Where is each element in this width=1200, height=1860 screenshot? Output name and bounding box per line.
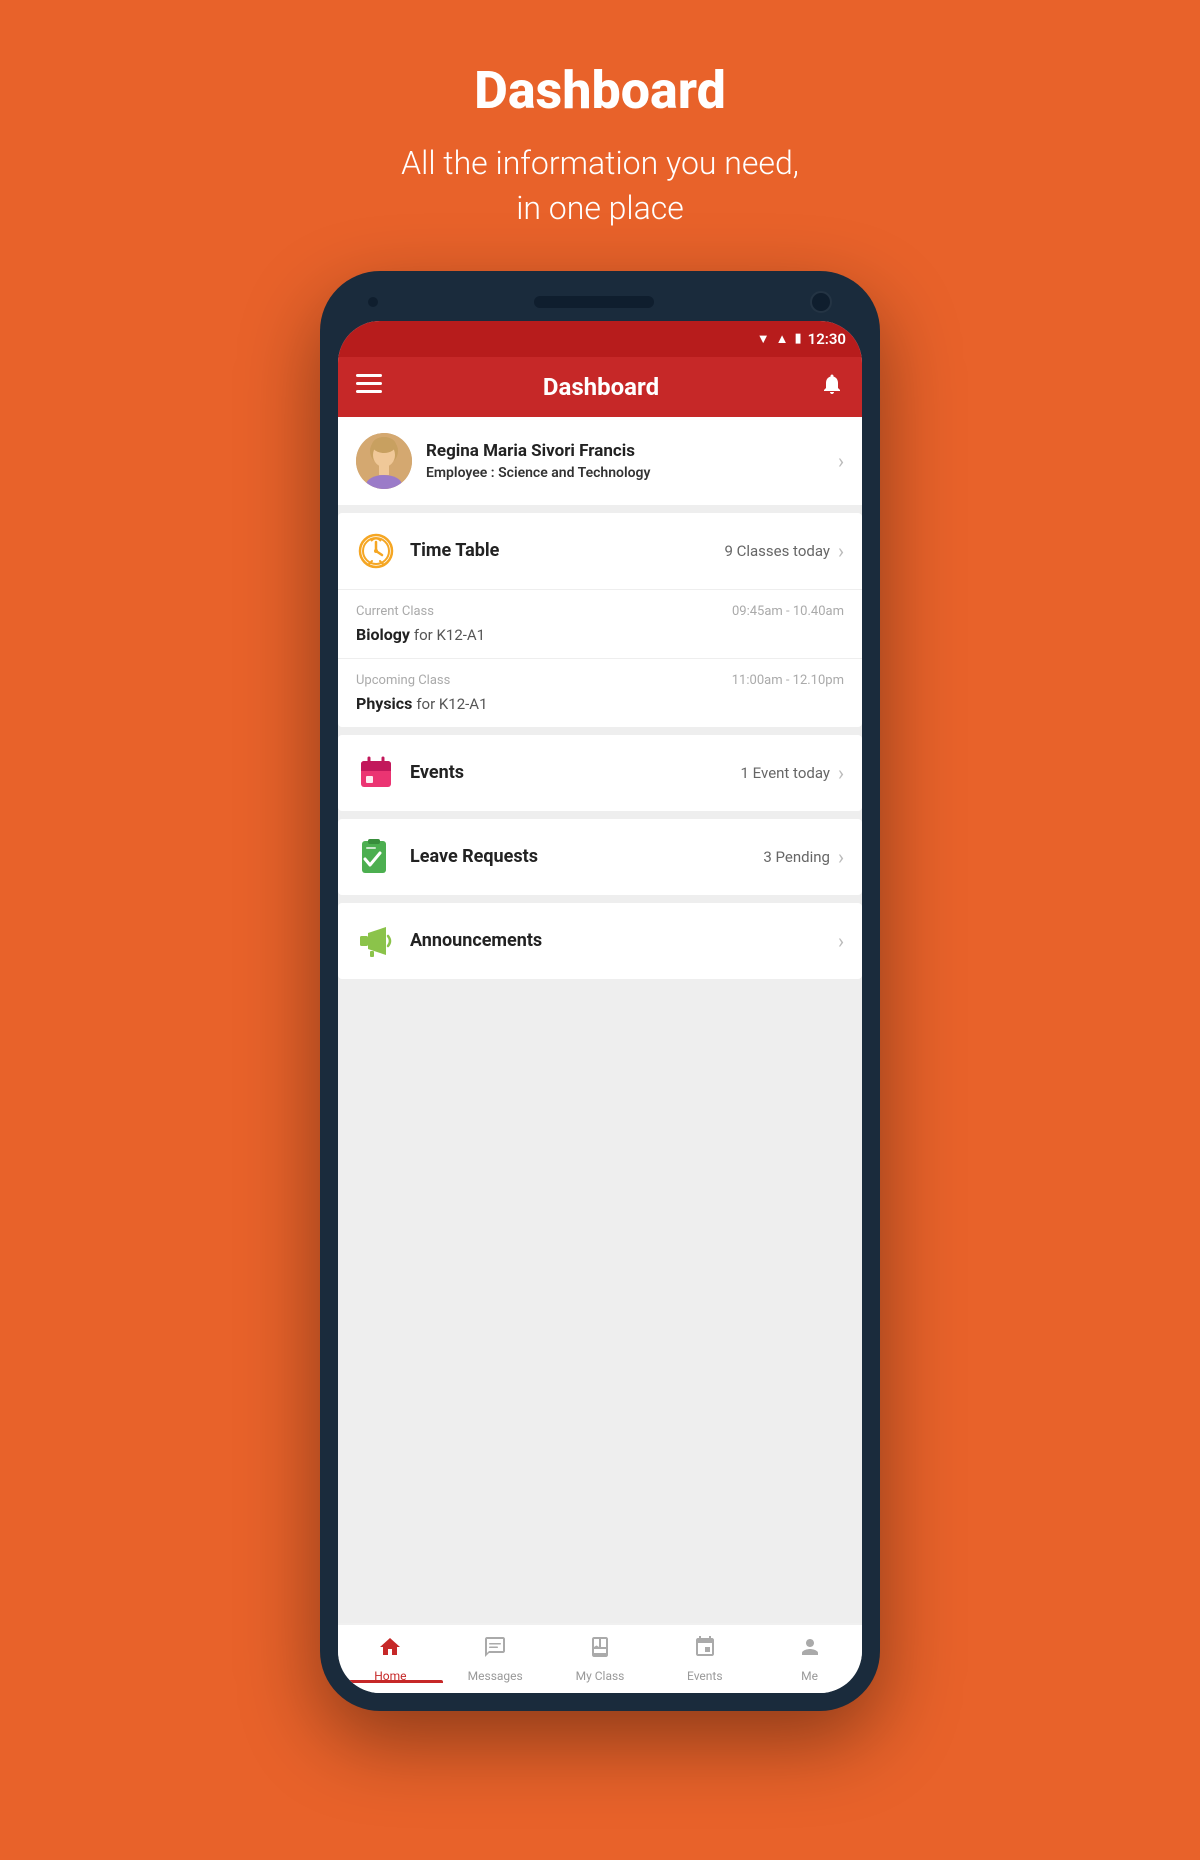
leave-requests-card-header[interactable]: Leave Requests 3 Pending ›: [338, 819, 862, 895]
leave-requests-card: Leave Requests 3 Pending ›: [338, 819, 862, 895]
status-icons: ▼ ▲ ▮ 12:30: [757, 330, 846, 348]
current-class-type: Current Class: [356, 604, 434, 619]
upcoming-class-for: for K12-A1: [416, 695, 487, 713]
nav-me[interactable]: Me: [757, 1635, 862, 1683]
nav-active-indicator: [338, 1680, 443, 1683]
announcements-chevron-icon: ›: [838, 929, 844, 953]
announcements-title: Announcements: [410, 930, 838, 951]
wifi-icon: ▼: [757, 331, 770, 347]
leave-icon: [356, 837, 396, 877]
leave-requests-title: Leave Requests: [410, 846, 763, 867]
battery-icon: ▮: [794, 331, 801, 346]
nav-myclass-label: My Class: [576, 1669, 625, 1683]
upcoming-class-type: Upcoming Class: [356, 673, 450, 688]
events-card: Events 1 Event today ›: [338, 735, 862, 811]
home-icon: [378, 1635, 402, 1665]
upcoming-class-time: 11:00am - 12.10pm: [732, 673, 844, 688]
messages-icon: [483, 1635, 507, 1665]
current-class-entry: Current Class 09:45am - 10.40am Biology …: [338, 589, 862, 658]
status-time: 12:30: [808, 330, 846, 348]
nav-home[interactable]: Home: [338, 1635, 443, 1683]
app-bar-title: Dashboard: [543, 373, 659, 401]
clock-icon: [356, 531, 396, 571]
nav-messages[interactable]: Messages: [443, 1635, 548, 1683]
page-subtitle: All the information you need, in one pla…: [401, 141, 799, 231]
current-class-for: for K12-A1: [414, 626, 485, 644]
leave-requests-subtitle: 3 Pending: [763, 848, 830, 866]
nav-me-label: Me: [801, 1669, 818, 1683]
timetable-card: Time Table 9 Classes today › Current Cla…: [338, 513, 862, 727]
status-bar: ▼ ▲ ▮ 12:30: [338, 321, 862, 357]
phone-dot-left: [368, 297, 378, 307]
leave-requests-chevron-icon: ›: [838, 845, 844, 869]
me-icon: [798, 1635, 822, 1665]
app-bar: Dashboard: [338, 357, 862, 417]
profile-name: Regina Maria Sivori Francis: [426, 441, 838, 461]
timetable-chevron-icon: ›: [838, 539, 844, 563]
nav-messages-label: Messages: [468, 1669, 523, 1683]
events-nav-icon: [693, 1635, 717, 1665]
bell-icon[interactable]: [820, 372, 844, 402]
upcoming-class-name: Physics: [356, 694, 412, 713]
announcement-icon: [356, 921, 396, 961]
events-title: Events: [410, 762, 741, 783]
profile-card[interactable]: Regina Maria Sivori Francis Employee : S…: [338, 417, 862, 505]
page-title: Dashboard: [401, 60, 799, 121]
profile-chevron-icon: ›: [838, 449, 844, 473]
speaker-grille: [534, 296, 654, 308]
events-chevron-icon: ›: [838, 761, 844, 785]
timetable-card-header[interactable]: Time Table 9 Classes today ›: [338, 513, 862, 589]
events-subtitle: 1 Event today: [741, 764, 830, 782]
upcoming-class-entry: Upcoming Class 11:00am - 12.10pm Physics…: [338, 658, 862, 727]
phone-camera: [810, 291, 832, 313]
screen-content: Regina Maria Sivori Francis Employee : S…: [338, 417, 862, 1623]
profile-info: Regina Maria Sivori Francis Employee : S…: [426, 441, 838, 481]
avatar: [356, 433, 412, 489]
myclass-icon: [588, 1635, 612, 1665]
nav-events[interactable]: Events: [652, 1635, 757, 1683]
nav-events-label: Events: [687, 1669, 723, 1683]
events-card-header[interactable]: Events 1 Event today ›: [338, 735, 862, 811]
signal-icon: ▲: [776, 331, 789, 347]
bottom-nav: Home Messages: [338, 1623, 862, 1693]
timetable-subtitle: 9 Classes today: [724, 542, 830, 560]
profile-role: Employee : Science and Technology: [426, 465, 838, 481]
menu-button[interactable]: [356, 374, 382, 400]
current-class-name: Biology: [356, 625, 410, 644]
timetable-title: Time Table: [410, 540, 724, 561]
phone-frame: ▼ ▲ ▮ 12:30 Dashboard: [320, 271, 880, 1711]
nav-myclass[interactable]: My Class: [548, 1635, 653, 1683]
current-class-time: 09:45am - 10.40am: [732, 604, 844, 619]
calendar-icon: [356, 753, 396, 793]
phone-screen: ▼ ▲ ▮ 12:30 Dashboard: [338, 321, 862, 1693]
announcements-card: Announcements ›: [338, 903, 862, 979]
page-header: Dashboard All the information you need, …: [381, 0, 819, 271]
announcements-card-header[interactable]: Announcements ›: [338, 903, 862, 979]
